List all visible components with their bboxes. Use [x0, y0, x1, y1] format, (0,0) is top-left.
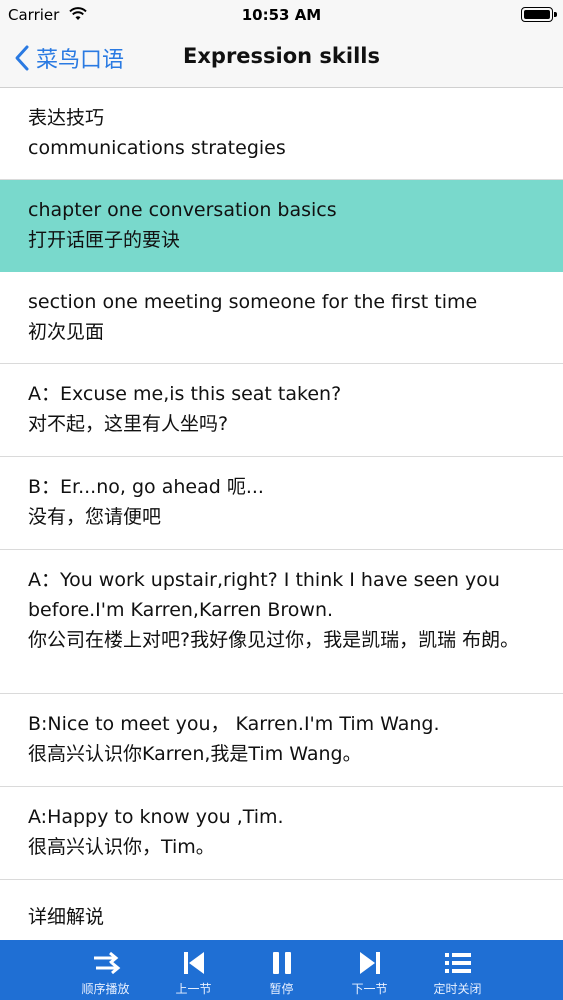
list-item[interactable]: section one meeting someone for the firs… [0, 272, 563, 364]
list-item-line1: section one meeting someone for the firs… [28, 291, 478, 313]
list-item-line1: A：You work upstair,right? I think I have… [28, 569, 500, 621]
list-item[interactable]: 表达技巧 communications strategies [0, 88, 563, 180]
list-item[interactable]: 详细解说 [0, 880, 563, 940]
player-toolbar: 顺序播放 上一节 暂停 下一节 定时关闭 [0, 940, 563, 1000]
list-item-line1: 详细解说 [28, 906, 105, 928]
list-item-line2: 打开话匣子的要诀 [28, 229, 181, 251]
skip-previous-icon [183, 952, 204, 974]
list-item-line2: communications strategies [28, 137, 286, 159]
status-bar: Carrier 10:53 AM [0, 0, 563, 30]
previous-section-button[interactable]: 上一节 [150, 940, 238, 1000]
order-play-button[interactable]: 顺序播放 [62, 940, 150, 1000]
list-item[interactable]: A：You work upstair,right? I think I have… [0, 550, 563, 694]
page-title: Expression skills [183, 44, 380, 68]
list-item-active[interactable]: chapter one conversation basics 打开话匣子的要诀 [0, 180, 563, 272]
list-item-line1: 表达技巧 [28, 107, 105, 129]
next-section-button[interactable]: 下一节 [326, 940, 414, 1000]
sentence-list[interactable]: 表达技巧 communications strategies chapter o… [0, 88, 563, 940]
battery-icon [521, 7, 557, 22]
list-item-line2: 没有，您请便吧 [28, 506, 162, 528]
list-item[interactable]: B:Nice to meet you， Karren.I'm Tim Wang.… [0, 694, 563, 787]
list-item-line1: A:Happy to know you ,Tim. [28, 806, 284, 828]
list-item-line2: 你公司在楼上对吧?我好像见过你，我是凯瑞，凯瑞 布朗。 [28, 629, 520, 651]
list-item[interactable]: A：Excuse me,is this seat taken? 对不起，这里有人… [0, 364, 563, 457]
list-icon [444, 953, 471, 973]
clock: 10:53 AM [241, 6, 322, 24]
previous-section-label: 上一节 [175, 982, 212, 996]
pause-button[interactable]: 暂停 [238, 940, 326, 1000]
list-item[interactable]: B：Er...no, go ahead 呃... 没有，您请便吧 [0, 457, 563, 550]
sleep-timer-label: 定时关闭 [433, 982, 482, 996]
skip-next-icon [359, 952, 380, 974]
list-item-line2: 很高兴认识你Karren,我是Tim Wang。 [28, 743, 362, 765]
navigation-bar: 菜鸟口语 Expression skills [0, 30, 563, 88]
next-section-label: 下一节 [351, 982, 388, 996]
sleep-timer-button[interactable]: 定时关闭 [414, 940, 502, 1000]
list-item-line1: A：Excuse me,is this seat taken? [28, 383, 342, 405]
list-item-line1: B：Er...no, go ahead 呃... [28, 476, 264, 498]
list-item-line2: 很高兴认识你，Tim。 [28, 836, 215, 858]
list-item-line2: 初次见面 [28, 321, 105, 343]
list-item-line2: 对不起，这里有人坐吗? [28, 413, 229, 435]
list-item[interactable]: A:Happy to know you ,Tim. 很高兴认识你，Tim。 [0, 787, 563, 880]
sequential-play-icon [93, 951, 120, 975]
pause-icon [272, 952, 291, 974]
list-item-line1: B:Nice to meet you， Karren.I'm Tim Wang. [28, 713, 440, 735]
pause-label: 暂停 [269, 982, 294, 996]
list-item-line1: chapter one conversation basics [28, 199, 337, 221]
order-play-label: 顺序播放 [81, 982, 130, 996]
